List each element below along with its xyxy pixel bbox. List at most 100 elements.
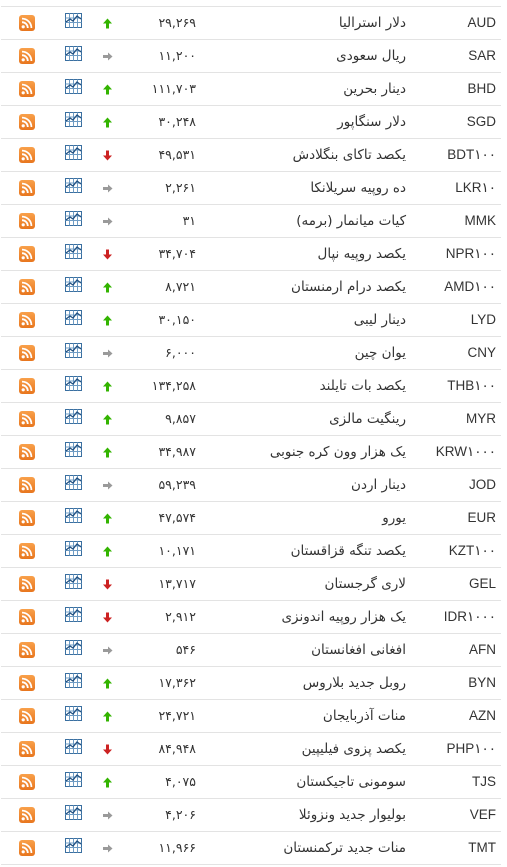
line-chart-icon[interactable]	[65, 79, 82, 94]
chart-link[interactable]	[65, 634, 83, 666]
line-chart-icon[interactable]	[65, 277, 82, 292]
chart-link[interactable]	[65, 799, 83, 831]
chart-link[interactable]	[65, 469, 83, 501]
rss-icon[interactable]	[19, 15, 35, 31]
line-chart-icon[interactable]	[65, 145, 82, 160]
line-chart-icon[interactable]	[65, 112, 82, 127]
chart-link[interactable]	[65, 601, 83, 633]
chart-link[interactable]	[65, 40, 83, 72]
rss-icon[interactable]	[19, 48, 35, 64]
line-chart-icon[interactable]	[65, 178, 82, 193]
chart-link[interactable]	[65, 205, 83, 237]
rss-icon[interactable]	[19, 510, 35, 526]
rss-icon[interactable]	[19, 543, 35, 559]
chart-link[interactable]	[65, 139, 83, 171]
line-chart-icon[interactable]	[65, 46, 82, 61]
line-chart-icon[interactable]	[65, 739, 82, 754]
chart-link[interactable]	[65, 733, 83, 765]
rss-icon[interactable]	[19, 444, 35, 460]
rss-link[interactable]	[19, 502, 37, 534]
rss-icon[interactable]	[19, 774, 35, 790]
line-chart-icon[interactable]	[65, 772, 82, 787]
rss-link[interactable]	[19, 139, 37, 171]
rss-link[interactable]	[19, 568, 37, 600]
line-chart-icon[interactable]	[65, 574, 82, 589]
rss-link[interactable]	[19, 667, 37, 699]
line-chart-icon[interactable]	[65, 475, 82, 490]
rss-link[interactable]	[19, 106, 37, 138]
chart-link[interactable]	[65, 700, 83, 732]
chart-link[interactable]	[65, 568, 83, 600]
line-chart-icon[interactable]	[65, 805, 82, 820]
chart-link[interactable]	[65, 667, 83, 699]
rss-link[interactable]	[19, 469, 37, 501]
chart-link[interactable]	[65, 766, 83, 798]
rss-icon[interactable]	[19, 411, 35, 427]
rss-icon[interactable]	[19, 807, 35, 823]
chart-link[interactable]	[65, 172, 83, 204]
rss-icon[interactable]	[19, 576, 35, 592]
rss-icon[interactable]	[19, 246, 35, 262]
line-chart-icon[interactable]	[65, 508, 82, 523]
rss-link[interactable]	[19, 799, 37, 831]
rss-link[interactable]	[19, 73, 37, 105]
line-chart-icon[interactable]	[65, 211, 82, 226]
rss-icon[interactable]	[19, 81, 35, 97]
chart-link[interactable]	[65, 304, 83, 336]
rss-icon[interactable]	[19, 312, 35, 328]
rss-link[interactable]	[19, 304, 37, 336]
rss-icon[interactable]	[19, 378, 35, 394]
rss-icon[interactable]	[19, 213, 35, 229]
rss-link[interactable]	[19, 535, 37, 567]
rss-link[interactable]	[19, 403, 37, 435]
rss-link[interactable]	[19, 634, 37, 666]
line-chart-icon[interactable]	[65, 541, 82, 556]
chart-link[interactable]	[65, 403, 83, 435]
rss-icon[interactable]	[19, 279, 35, 295]
rss-icon[interactable]	[19, 147, 35, 163]
chart-link[interactable]	[65, 337, 83, 369]
rss-link[interactable]	[19, 700, 37, 732]
rss-link[interactable]	[19, 205, 37, 237]
rss-icon[interactable]	[19, 609, 35, 625]
line-chart-icon[interactable]	[65, 706, 82, 721]
rss-link[interactable]	[19, 337, 37, 369]
rss-icon[interactable]	[19, 741, 35, 757]
rss-icon[interactable]	[19, 477, 35, 493]
line-chart-icon[interactable]	[65, 376, 82, 391]
line-chart-icon[interactable]	[65, 607, 82, 622]
rss-icon[interactable]	[19, 114, 35, 130]
rss-link[interactable]	[19, 271, 37, 303]
chart-link[interactable]	[65, 238, 83, 270]
line-chart-icon[interactable]	[65, 640, 82, 655]
rss-link[interactable]	[19, 766, 37, 798]
chart-link[interactable]	[65, 271, 83, 303]
rss-icon[interactable]	[19, 180, 35, 196]
rss-icon[interactable]	[19, 840, 35, 856]
chart-link[interactable]	[65, 370, 83, 402]
rss-link[interactable]	[19, 370, 37, 402]
rss-link[interactable]	[19, 7, 37, 39]
line-chart-icon[interactable]	[65, 838, 82, 853]
rss-link[interactable]	[19, 601, 37, 633]
chart-link[interactable]	[65, 436, 83, 468]
rss-icon[interactable]	[19, 708, 35, 724]
line-chart-icon[interactable]	[65, 673, 82, 688]
rss-icon[interactable]	[19, 675, 35, 691]
line-chart-icon[interactable]	[65, 244, 82, 259]
line-chart-icon[interactable]	[65, 13, 82, 28]
rss-link[interactable]	[19, 436, 37, 468]
line-chart-icon[interactable]	[65, 310, 82, 325]
rss-link[interactable]	[19, 733, 37, 765]
rss-link[interactable]	[19, 832, 37, 864]
chart-link[interactable]	[65, 73, 83, 105]
rss-icon[interactable]	[19, 345, 35, 361]
rss-link[interactable]	[19, 238, 37, 270]
chart-link[interactable]	[65, 502, 83, 534]
chart-link[interactable]	[65, 535, 83, 567]
rss-icon[interactable]	[19, 642, 35, 658]
rss-link[interactable]	[19, 172, 37, 204]
line-chart-icon[interactable]	[65, 442, 82, 457]
rss-link[interactable]	[19, 40, 37, 72]
chart-link[interactable]	[65, 7, 83, 39]
